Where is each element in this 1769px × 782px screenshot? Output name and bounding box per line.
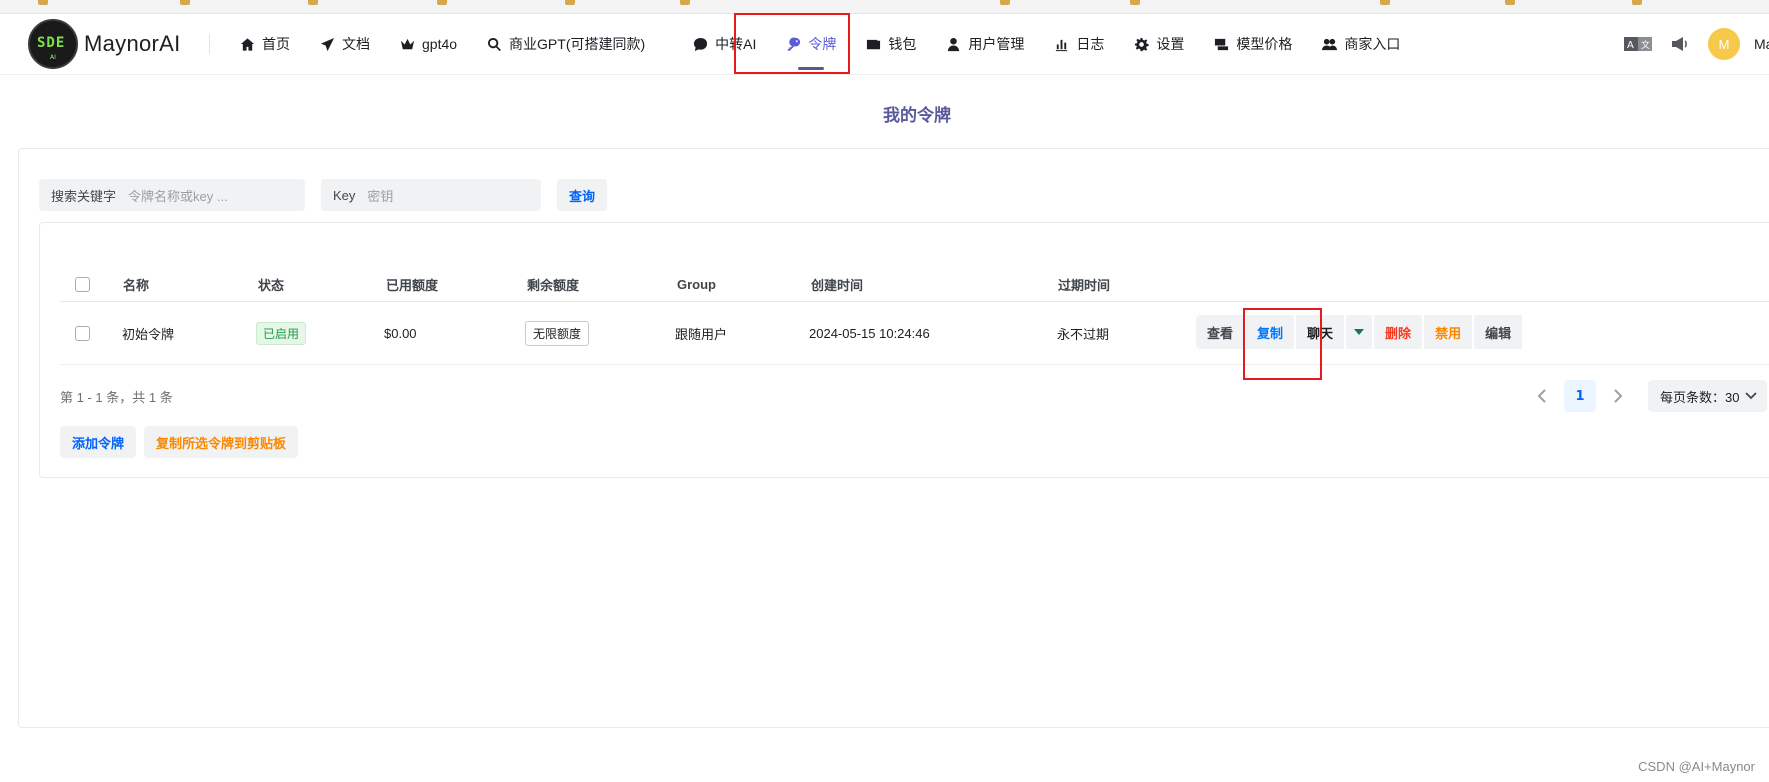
query-button[interactable]: 查询 <box>557 179 608 211</box>
nav-item-label: 首页 <box>262 36 290 52</box>
watermark: CSDN @AI+Maynor <box>1638 759 1755 774</box>
highlight-box-nav-tokens <box>734 13 850 74</box>
nav-item-label: 模型价格 <box>1236 36 1293 52</box>
add-token-button[interactable]: 添加令牌 <box>60 426 137 458</box>
nav-item-label: 商家入口 <box>1344 36 1401 52</box>
pagination-summary: 第 1 - 1 条，共 1 条 <box>60 390 173 405</box>
column-header-name[interactable]: 名称 <box>123 268 149 301</box>
users-icon <box>1322 38 1338 50</box>
nav-item-gpt4o[interactable]: gpt4o <box>385 14 472 74</box>
top-header: SDE AI MaynorAI 首页 文档 gpt4o 商业GPT(可搭建同款) … <box>0 14 1769 75</box>
nav-item-label: 日志 <box>1076 36 1105 52</box>
nav-item-home[interactable]: 首页 <box>225 14 305 74</box>
page-size-label: 每页条数：30 <box>1660 389 1740 405</box>
chart-icon <box>1056 39 1068 51</box>
column-header-remaining[interactable]: 剩余额度 <box>527 268 579 301</box>
table-row: 初始令牌 已启用 $0.00 无限额度 跟随用户 2024-05-15 10:2… <box>60 302 1769 365</box>
translate-icon[interactable]: A文 <box>1624 34 1652 54</box>
created-time: 2024-05-15 10:24:46 <box>809 325 930 341</box>
nav-item-label: 钱包 <box>888 36 917 52</box>
nav-item-label: gpt4o <box>422 36 458 52</box>
key-search-field[interactable]: Key 密钥 <box>321 179 541 211</box>
bulk-actions: 添加令牌 复制所选令牌到剪贴板 <box>60 426 299 458</box>
column-header-used[interactable]: 已用额度 <box>386 268 438 301</box>
nav-item-model-price[interactable]: 模型价格 <box>1199 14 1307 74</box>
row-checkbox[interactable] <box>75 325 90 341</box>
search-icon <box>488 37 502 51</box>
nav-item-user-management[interactable]: 用户管理 <box>931 14 1039 74</box>
next-page-button[interactable] <box>1606 381 1630 411</box>
keyword-input[interactable]: 令牌名称或key ... <box>128 186 228 205</box>
delete-button[interactable]: 删除 <box>1374 315 1423 349</box>
chat-icon <box>694 37 708 51</box>
nav-item-label: 商业GPT(可搭建同款) <box>509 36 646 52</box>
search-bar: 搜索关键字 令牌名称或key ... Key 密钥 查询 <box>39 179 608 211</box>
nav-item-wallet[interactable]: 钱包 <box>851 14 931 74</box>
username[interactable]: Mayn <box>1754 36 1769 52</box>
svg-text:文: 文 <box>1641 39 1650 51</box>
send-icon <box>320 37 335 51</box>
header-divider <box>209 34 210 54</box>
page-size-select[interactable]: 每页条数：30 <box>1648 380 1768 412</box>
chevron-down-icon <box>1745 392 1758 400</box>
header-right: A文 M Mayn <box>1624 14 1769 74</box>
browser-bookmark-strip <box>0 0 1769 14</box>
app-name: MaynorAI <box>84 31 181 56</box>
column-header-created[interactable]: 创建时间 <box>811 268 863 301</box>
wallet-icon <box>867 39 881 49</box>
chevron-right-icon <box>1614 389 1623 403</box>
svg-text:A: A <box>1627 40 1634 51</box>
announcement-icon[interactable] <box>1666 34 1694 54</box>
copy-selected-tokens-button[interactable]: 复制所选令牌到剪贴板 <box>144 426 299 458</box>
key-label: Key <box>333 187 356 203</box>
token-name: 初始令牌 <box>122 326 175 342</box>
chevron-left-icon <box>1537 389 1546 403</box>
remaining-quota-tag: 无限额度 <box>525 320 590 346</box>
token-group: 跟随用户 <box>675 326 728 342</box>
user-icon <box>948 37 960 51</box>
expire-time: 永不过期 <box>1057 326 1110 342</box>
page-number-current[interactable]: 1 <box>1564 380 1596 412</box>
home-icon <box>240 37 255 51</box>
nav-item-business-gpt[interactable]: 商业GPT(可搭建同款) <box>472 14 660 74</box>
keyword-search-field[interactable]: 搜索关键字 令牌名称或key ... <box>39 179 305 211</box>
price-icon <box>1215 38 1229 50</box>
prev-page-button[interactable] <box>1530 381 1554 411</box>
logo-badge-icon: SDE AI <box>28 19 78 69</box>
page-title: 我的令牌 <box>883 106 951 126</box>
select-all-checkbox[interactable] <box>75 277 90 292</box>
edit-button[interactable]: 编辑 <box>1474 315 1523 349</box>
status-badge: 已启用 <box>256 321 307 345</box>
used-quota: $0.00 <box>384 325 417 341</box>
column-header-expires[interactable]: 过期时间 <box>1058 268 1110 301</box>
keyword-label: 搜索关键字 <box>51 188 117 204</box>
pagination: 1 每页条数：30 <box>1530 380 1768 412</box>
column-header-group[interactable]: Group <box>677 268 716 301</box>
highlight-box-copy-button <box>1243 308 1322 380</box>
table-header: 名称 状态 已用额度 剩余额度 Group 创建时间 过期时间 <box>60 268 1769 302</box>
avatar[interactable]: M <box>1708 28 1740 60</box>
disable-button[interactable]: 禁用 <box>1424 315 1473 349</box>
chat-dropdown-button[interactable] <box>1346 315 1373 349</box>
crown-icon <box>400 38 415 49</box>
nav-item-settings[interactable]: 设置 <box>1119 14 1199 74</box>
column-header-status[interactable]: 状态 <box>258 268 284 301</box>
nav-item-label: 文档 <box>342 36 370 52</box>
nav-item-label: 设置 <box>1156 36 1185 52</box>
gear-icon <box>1135 37 1150 51</box>
nav-item-logs[interactable]: 日志 <box>1039 14 1119 74</box>
key-input[interactable]: 密钥 <box>367 186 393 205</box>
app-logo[interactable]: SDE AI MaynorAI <box>28 19 181 69</box>
nav-item-docs[interactable]: 文档 <box>305 14 385 74</box>
view-button[interactable]: 查看 <box>1196 315 1245 349</box>
nav-item-merchant[interactable]: 商家入口 <box>1307 14 1415 74</box>
nav-item-label: 用户管理 <box>968 36 1025 52</box>
caret-down-icon <box>1354 329 1365 335</box>
